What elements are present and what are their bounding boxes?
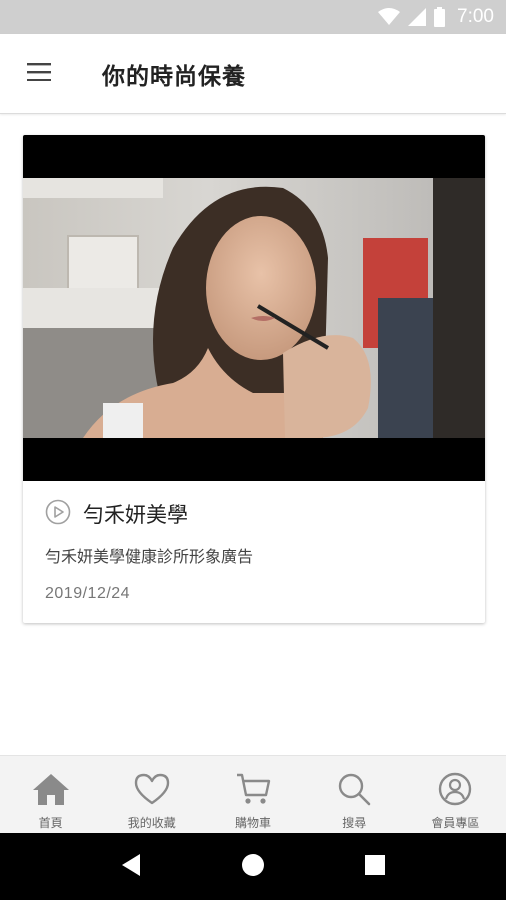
wifi-icon <box>378 8 401 26</box>
recents-square-icon[interactable] <box>364 854 386 880</box>
bottom-navigation: 首頁 我的收藏 購物車 搜尋 會員專區 <box>0 755 506 833</box>
home-circle-icon[interactable] <box>241 853 265 881</box>
card-date: 2019/12/24 <box>45 585 131 602</box>
nav-item-favorites[interactable]: 我的收藏 <box>101 756 202 833</box>
cellular-signal-icon <box>408 8 427 26</box>
nav-item-cart[interactable]: 購物車 <box>202 756 303 833</box>
nav-item-home[interactable]: 首頁 <box>0 756 101 833</box>
play-circle-icon[interactable] <box>45 499 71 529</box>
card-title: 勻禾妍美學 <box>83 503 188 527</box>
system-navigation-bar <box>0 833 506 900</box>
nav-item-search[interactable]: 搜尋 <box>304 756 405 833</box>
menu-button[interactable] <box>0 34 78 114</box>
card-description: 勻禾妍美學健康診所形象廣告 <box>45 547 254 566</box>
video-card[interactable]: 勻禾妍美學 勻禾妍美學健康診所形象廣告 2019/12/24 <box>23 135 485 623</box>
card-body: 勻禾妍美學 勻禾妍美學健康診所形象廣告 2019/12/24 <box>23 481 485 603</box>
video-thumbnail[interactable] <box>23 135 485 481</box>
nav-item-member[interactable]: 會員專區 <box>405 756 506 833</box>
back-icon[interactable] <box>120 853 142 881</box>
home-icon <box>32 772 70 810</box>
battery-icon <box>434 7 446 27</box>
search-icon <box>335 772 373 810</box>
nav-label-search: 搜尋 <box>342 816 367 830</box>
nav-label-favorites: 我的收藏 <box>127 816 176 830</box>
nav-label-home: 首頁 <box>38 816 63 830</box>
status-time: 7:00 <box>457 6 494 27</box>
app-screen: 7:00 你的時尚保養 勻禾妍美學 勻禾妍美學健康診所形象廣告 2019/12/… <box>0 0 506 900</box>
app-bar: 你的時尚保養 <box>0 34 506 114</box>
nav-label-cart: 購物車 <box>235 816 272 830</box>
card-title-row: 勻禾妍美學 <box>45 499 463 529</box>
cart-icon <box>234 772 272 810</box>
page-title: 你的時尚保養 <box>102 63 246 90</box>
hamburger-menu-icon <box>27 62 51 85</box>
heart-icon <box>133 772 171 810</box>
nav-label-member: 會員專區 <box>431 816 480 830</box>
user-icon <box>436 772 474 810</box>
video-frame-image <box>23 178 485 438</box>
status-bar: 7:00 <box>0 0 506 34</box>
